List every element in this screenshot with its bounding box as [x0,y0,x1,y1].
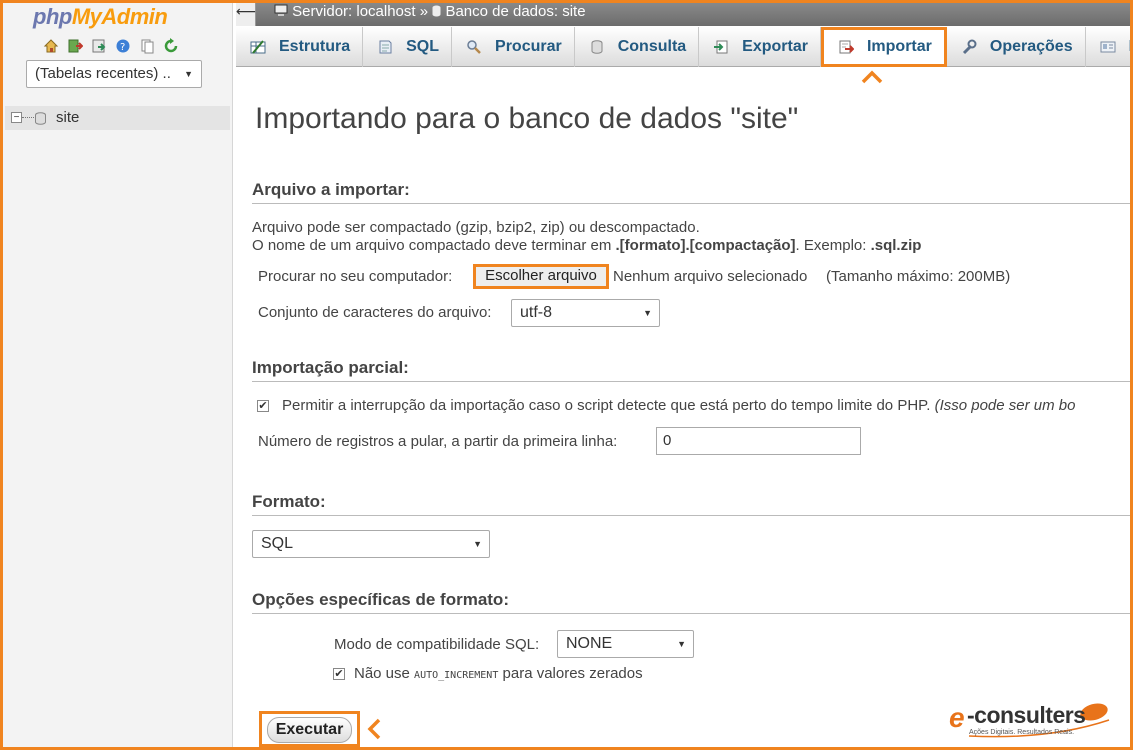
chevron-down-icon: ▼ [677,639,686,649]
file-section-title: Arquivo a importar: [252,180,1133,204]
navigation-panel: phpMyAdmin ? (Tabelas recentes) .. ▼ − s… [0,0,233,750]
database-icon [432,5,441,17]
chevron-down-icon: ▼ [643,308,652,318]
reload-icon[interactable] [163,38,179,54]
chevron-left-icon [367,718,381,740]
svg-text:?: ? [120,42,125,53]
tree-item-site[interactable]: − site [5,106,230,130]
logo-e: e [949,702,965,733]
desc-mid: . Exemplo: [795,237,871,254]
allow-interrupt-text: Permitir a interrupção da importação cas… [282,397,931,414]
format-select[interactable]: SQL ▼ [252,530,490,558]
logo-word: -consulters [967,702,1086,728]
structure-icon [250,39,266,55]
nav-icon-bar: ? [43,38,179,54]
desc-prefix: O nome de um arquivo compactado deve ter… [252,237,616,254]
breadcrumb-database[interactable]: Banco de dados: site [445,3,585,20]
chevron-down-icon: ▼ [473,539,482,549]
tab-label: Exportar [742,38,808,55]
logo-myadmin: MyAdmin [71,4,168,29]
chevron-down-icon: ▼ [184,69,193,79]
no-auto-increment-label: Não use AUTO_INCREMENT para valores zera… [354,665,643,682]
tree-item-label: site [56,109,80,126]
tab-label: Pr [1129,38,1133,56]
tab-label: Consulta [617,38,687,55]
tab-label: SQL [406,38,440,55]
recent-tables-value: (Tabelas recentes) .. [35,65,171,82]
no-auto-prefix: Não use [354,665,410,682]
compat-mode-value: NONE [566,635,613,652]
charset-value: utf-8 [520,304,553,321]
tab-label: Procurar [495,38,562,55]
tab-bar: Estrutura SQL Procurar Consulta Exportar… [236,27,1133,67]
allow-interrupt-label: Permitir a interrupção da importação cas… [282,397,1075,414]
query-window-icon[interactable] [91,38,107,54]
partial-section-title: Importação parcial: [252,358,1133,382]
import-icon [838,39,855,55]
logo-php: php [33,4,72,29]
max-size-note: (Tamanho máximo: 200MB) [826,268,1011,285]
tree-connector [22,117,34,118]
docs-icon[interactable] [139,38,155,54]
no-auto-suffix: para valores zerados [502,665,643,682]
no-file-selected: Nenhum arquivo selecionado [613,268,808,285]
page-title: Importando para o banco de dados "site" [255,102,799,135]
execute-button-highlight: Executar [259,711,360,747]
format-value: SQL [261,535,294,552]
breadcrumb-server[interactable]: Servidor: localhost [292,3,415,20]
sql-icon [377,39,393,55]
desc-example: .sql.zip [870,237,922,254]
query-icon [589,39,605,55]
server-icon [274,4,288,16]
file-description-line-1: Arquivo pode ser compactado (gzip, bzip2… [252,219,700,236]
collapse-tree-icon[interactable]: − [11,112,22,123]
econsulters-logo: e -consulters Ações Digitais. Resultados… [949,696,1127,744]
charset-select[interactable]: utf-8 ▼ [511,299,660,327]
chevron-up-icon [861,70,883,84]
file-description-line-2: O nome de um arquivo compactado deve ter… [252,237,921,254]
tab-label: Operações [989,38,1073,55]
help-icon[interactable]: ? [115,38,131,54]
tab-importar[interactable]: Importar [820,27,947,67]
search-icon [466,39,482,55]
compat-mode-label: Modo de compatibilidade SQL: [334,636,540,653]
breadcrumb-bar: ⟵ Servidor: localhost » Banco de dados: … [236,0,1133,26]
tab-procurar[interactable]: Procurar [452,27,575,67]
tab-privilegios[interactable]: Pr [1086,27,1133,67]
allow-interrupt-checkbox[interactable]: ✔ [257,400,269,412]
tab-operacoes[interactable]: Operações [947,27,1086,67]
exit-icon[interactable] [67,38,84,54]
collapse-nav-arrow-icon[interactable]: ⟵ [236,0,256,26]
phpmyadmin-logo[interactable]: phpMyAdmin [33,4,168,30]
wrench-icon [961,39,977,55]
breadcrumb-separator: » [419,3,429,20]
tab-label: Importar [866,38,932,55]
charset-label: Conjunto de caracteres do arquivo: [258,304,492,321]
database-icon [35,112,46,125]
skip-rows-label: Número de registros a pular, a partir da… [258,433,618,450]
tab-consulta[interactable]: Consulta [575,27,700,67]
tab-sql[interactable]: SQL [363,27,453,67]
browse-label: Procurar no seu computador: [258,268,453,285]
tab-exportar[interactable]: Exportar [699,27,821,67]
recent-tables-select[interactable]: (Tabelas recentes) .. ▼ [26,60,202,88]
tab-estrutura[interactable]: Estrutura [236,27,364,67]
format-options-title: Opções específicas de formato: [252,590,1133,614]
auto-increment-code: AUTO_INCREMENT [414,670,499,681]
breadcrumb: Servidor: localhost » Banco de dados: si… [274,3,586,20]
home-icon[interactable] [43,38,59,54]
compat-mode-select[interactable]: NONE ▼ [557,630,694,658]
export-icon [713,39,729,55]
skip-rows-input[interactable]: 0 [656,427,861,455]
choose-file-button[interactable]: Escolher arquivo [473,264,609,289]
allow-interrupt-note: (Isso pode ser um bo [934,397,1076,414]
tab-label: Estrutura [279,38,351,55]
execute-button[interactable]: Executar [267,717,352,743]
no-auto-increment-checkbox[interactable]: ✔ [333,668,345,680]
format-section-title: Formato: [252,492,1133,516]
privileges-icon [1100,39,1116,55]
logo-tagline: Ações Digitais. Resultados Reais. [969,729,1075,736]
desc-format: .[formato].[compactação] [615,237,796,254]
